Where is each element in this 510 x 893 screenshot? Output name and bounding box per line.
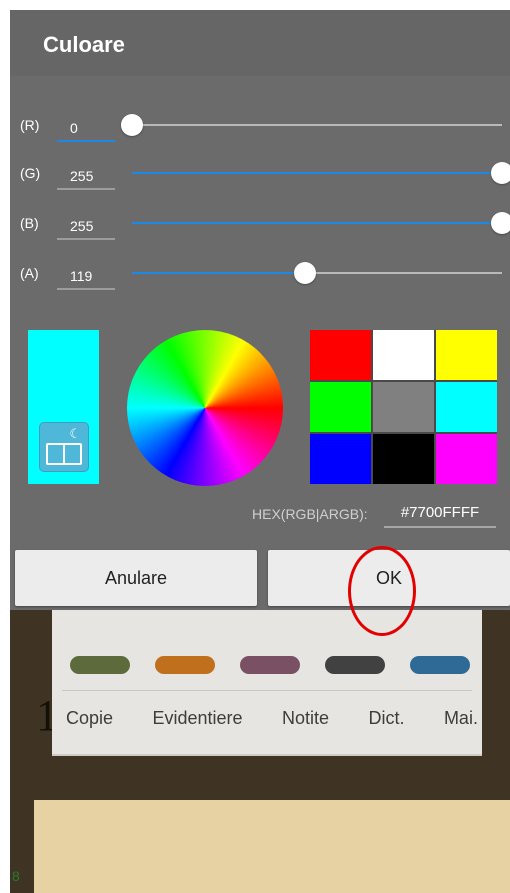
selection-actions: Copie Evidentiere Notite Dict. Mai.	[66, 708, 478, 729]
highlight-swatch[interactable]	[410, 656, 470, 674]
hex-label: HEX(RGB|ARGB):	[252, 506, 368, 522]
selection-popup: Copie Evidentiere Notite Dict. Mai.	[52, 610, 482, 756]
highlight-swatch[interactable]	[155, 656, 215, 674]
highlight-swatches	[70, 656, 470, 674]
green-row: (G) 255	[10, 162, 510, 202]
alpha-field[interactable]: 119	[57, 262, 115, 290]
blue-row: (B) 255	[10, 212, 510, 252]
dialog-header: Culoare	[10, 10, 510, 76]
highlight-swatch[interactable]	[70, 656, 130, 674]
palette-magenta[interactable]	[436, 434, 497, 484]
ok-button[interactable]: OK	[268, 550, 510, 606]
book-moon-icon: ☾	[39, 422, 89, 472]
palette-cyan[interactable]	[436, 382, 497, 432]
red-slider[interactable]	[121, 114, 502, 136]
palette-yellow[interactable]	[436, 330, 497, 380]
dictionary-action[interactable]: Dict.	[368, 708, 404, 729]
cancel-button[interactable]: Anulare	[15, 550, 257, 606]
highlight-swatch[interactable]	[240, 656, 300, 674]
palette-gray[interactable]	[373, 382, 434, 432]
red-row: (R) 0	[10, 114, 510, 154]
more-action[interactable]: Mai.	[444, 708, 478, 729]
alpha-slider[interactable]	[132, 262, 502, 284]
dialog-title: Culoare	[43, 32, 125, 57]
blue-slider-fill	[132, 222, 502, 224]
alpha-slider-thumb[interactable]	[293, 262, 316, 284]
highlight-swatch[interactable]	[325, 656, 385, 674]
status-glyph-icon: 8	[12, 868, 20, 884]
alpha-row: (A) 119	[10, 262, 510, 302]
palette-green[interactable]	[310, 382, 371, 432]
color-preview: ☾	[28, 330, 99, 484]
green-label: (G)	[20, 165, 41, 181]
alpha-slider-fill	[132, 272, 305, 274]
green-slider-fill	[132, 172, 502, 174]
book-sheet	[34, 800, 510, 893]
red-label: (R)	[20, 117, 40, 133]
highlight-action[interactable]: Evidentiere	[152, 708, 242, 729]
palette-black[interactable]	[373, 434, 434, 484]
divider	[62, 690, 472, 691]
copy-action[interactable]: Copie	[66, 708, 113, 729]
alpha-label: (A)	[20, 265, 39, 281]
blue-slider[interactable]	[132, 212, 510, 234]
color-dialog: Culoare (R) 0 (G) 255 (B) 255 (A) 119 ☾	[10, 10, 510, 636]
palette-red[interactable]	[310, 330, 371, 380]
blue-label: (B)	[20, 215, 39, 231]
blue-slider-thumb[interactable]	[491, 212, 510, 234]
red-slider-thumb[interactable]	[121, 114, 143, 136]
green-slider-thumb[interactable]	[491, 162, 510, 184]
color-palette	[310, 330, 497, 484]
notes-action[interactable]: Notite	[282, 708, 329, 729]
green-slider[interactable]	[132, 162, 510, 184]
blue-field[interactable]: 255	[57, 212, 115, 240]
moon-icon: ☾	[69, 426, 81, 441]
open-book-icon	[46, 443, 82, 465]
red-field[interactable]: 0	[57, 114, 115, 142]
hex-input[interactable]: #7700FFFF	[384, 500, 496, 528]
color-wheel[interactable]	[127, 330, 283, 486]
green-field[interactable]: 255	[57, 162, 115, 190]
palette-white[interactable]	[373, 330, 434, 380]
palette-blue[interactable]	[310, 434, 371, 484]
